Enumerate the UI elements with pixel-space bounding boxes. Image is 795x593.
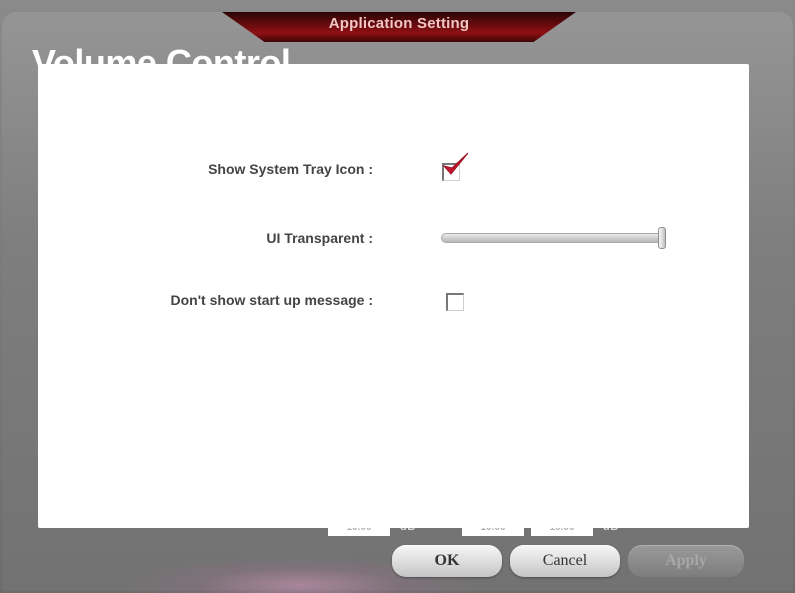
tray-icon-checkbox[interactable] [442,152,469,181]
tray-icon-label: Show System Tray Icon : [208,161,373,177]
startup-message-label: Don't show start up message : [170,292,373,308]
settings-panel: Show System Tray Icon : UI Transparent :… [38,64,749,528]
transparency-label: UI Transparent : [266,230,373,246]
checkmark-icon [442,152,469,175]
app-window: Volume Control Application Setting 10.00… [0,0,795,593]
dialog-title: Application Setting [328,15,470,32]
transparency-slider-thumb[interactable] [658,227,666,249]
cancel-button[interactable]: Cancel [510,545,620,577]
transparency-slider[interactable] [441,227,666,249]
startup-message-checkbox[interactable] [446,293,464,311]
ok-button[interactable]: OK [392,545,502,577]
apply-button[interactable]: Apply [628,545,744,577]
